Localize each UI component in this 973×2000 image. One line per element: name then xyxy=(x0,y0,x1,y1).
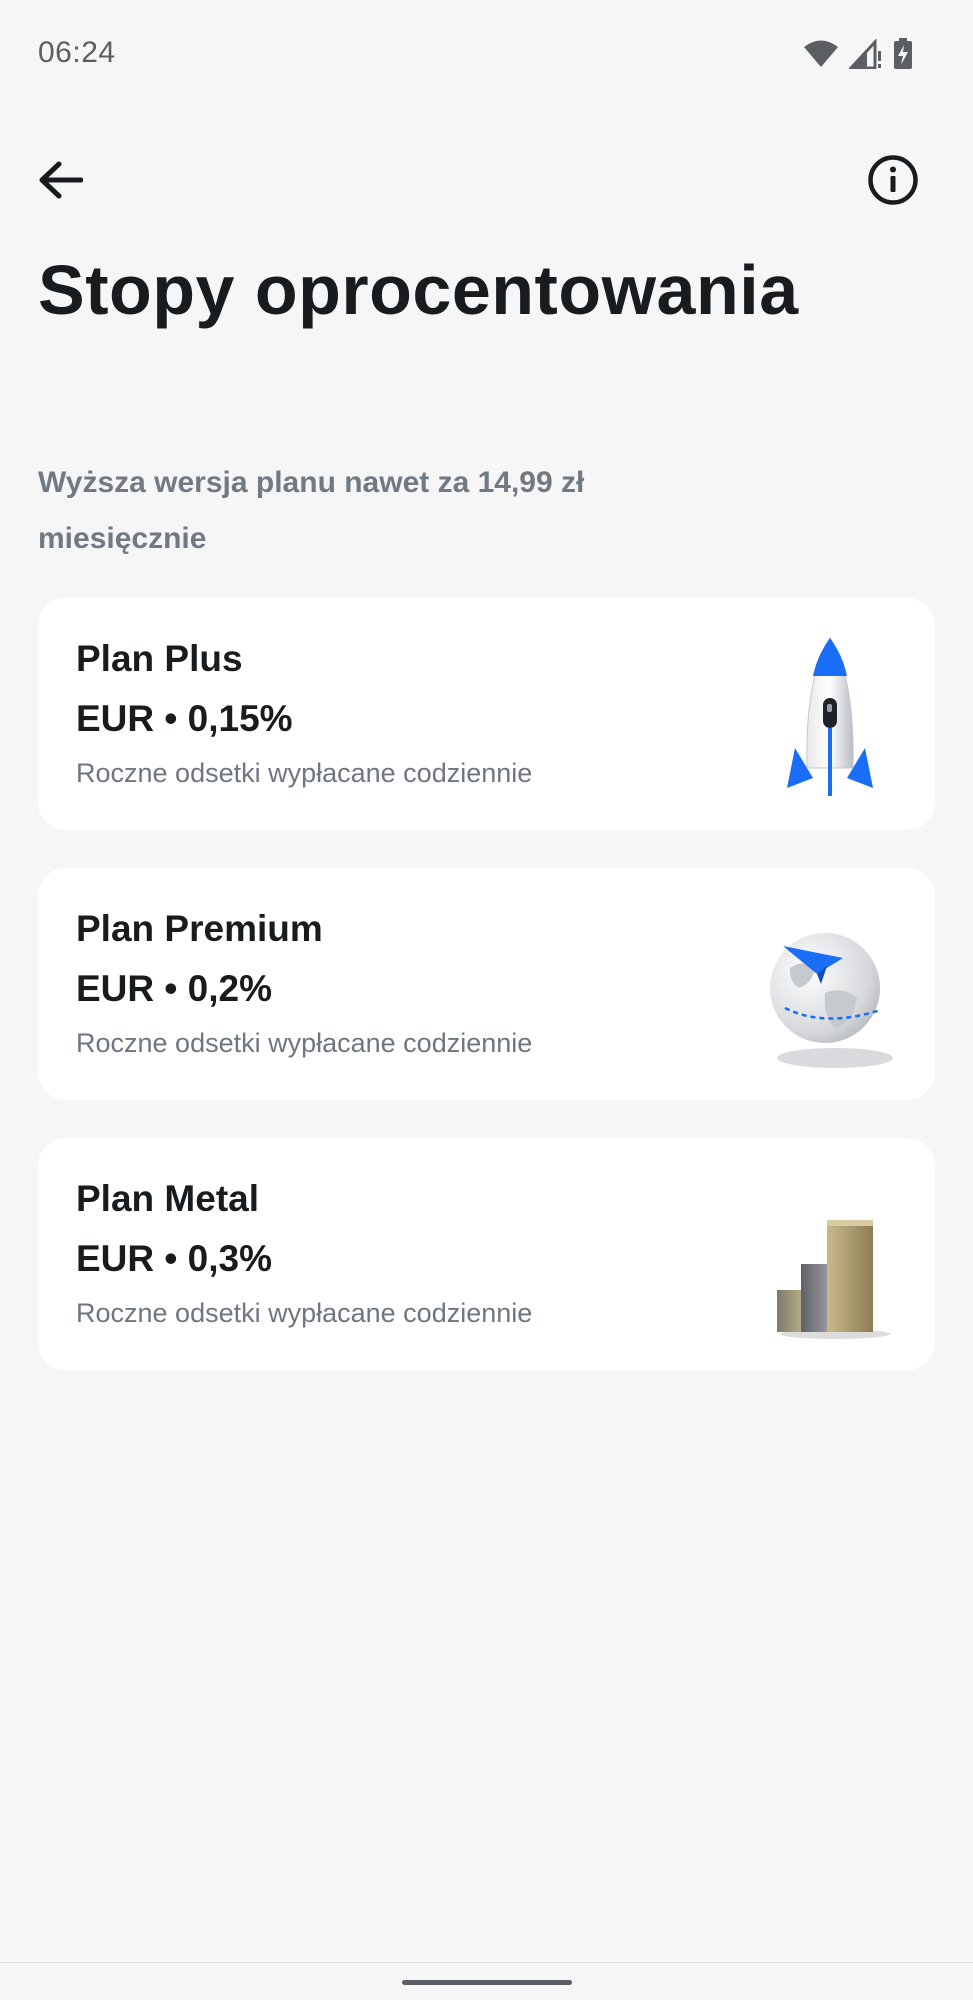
rocket-icon xyxy=(765,628,895,808)
upgrade-subtitle: Wyższa wersja planu nawet za 14,99 zł mi… xyxy=(38,466,585,555)
status-bar: 06:24 xyxy=(0,0,973,110)
info-circle-icon xyxy=(867,154,919,211)
info-button[interactable] xyxy=(863,152,923,212)
plan-card-plus[interactable]: Plan Plus EUR • 0,15% Roczne odsetki wyp… xyxy=(38,598,935,830)
plan-name: Plan Premium xyxy=(76,908,323,949)
signal-icon xyxy=(849,39,883,69)
plan-rate: EUR • 0,3% xyxy=(76,1238,272,1279)
back-button[interactable] xyxy=(30,152,90,212)
battery-charging-icon xyxy=(893,38,913,70)
top-bar xyxy=(0,140,973,220)
plan-description: Roczne odsetki wypłacane codziennie xyxy=(76,1298,533,1328)
status-icons xyxy=(803,38,913,70)
plan-name: Plan Plus xyxy=(76,638,243,679)
plan-name: Plan Metal xyxy=(76,1178,259,1219)
bottom-divider xyxy=(0,1962,973,1963)
arrow-left-icon xyxy=(37,160,84,205)
plan-description: Roczne odsetki wypłacane codziennie xyxy=(76,1028,533,1058)
plan-rate: EUR • 0,2% xyxy=(76,968,272,1009)
globe-plane-icon xyxy=(765,898,895,1078)
plan-description: Roczne odsetki wypłacane codziennie xyxy=(76,758,533,788)
plan-card-premium[interactable]: Plan Premium EUR • 0,2% Roczne odsetki w… xyxy=(38,868,935,1100)
status-time: 06:24 xyxy=(38,36,116,69)
plan-card-metal[interactable]: Plan Metal EUR • 0,3% Roczne odsetki wyp… xyxy=(38,1138,935,1370)
home-indicator[interactable] xyxy=(402,1980,572,1985)
wifi-icon xyxy=(803,40,839,68)
plan-rate: EUR • 0,15% xyxy=(76,698,293,739)
page-title: Stopy oprocentowania xyxy=(38,251,799,329)
metal-bars-icon xyxy=(765,1168,895,1348)
